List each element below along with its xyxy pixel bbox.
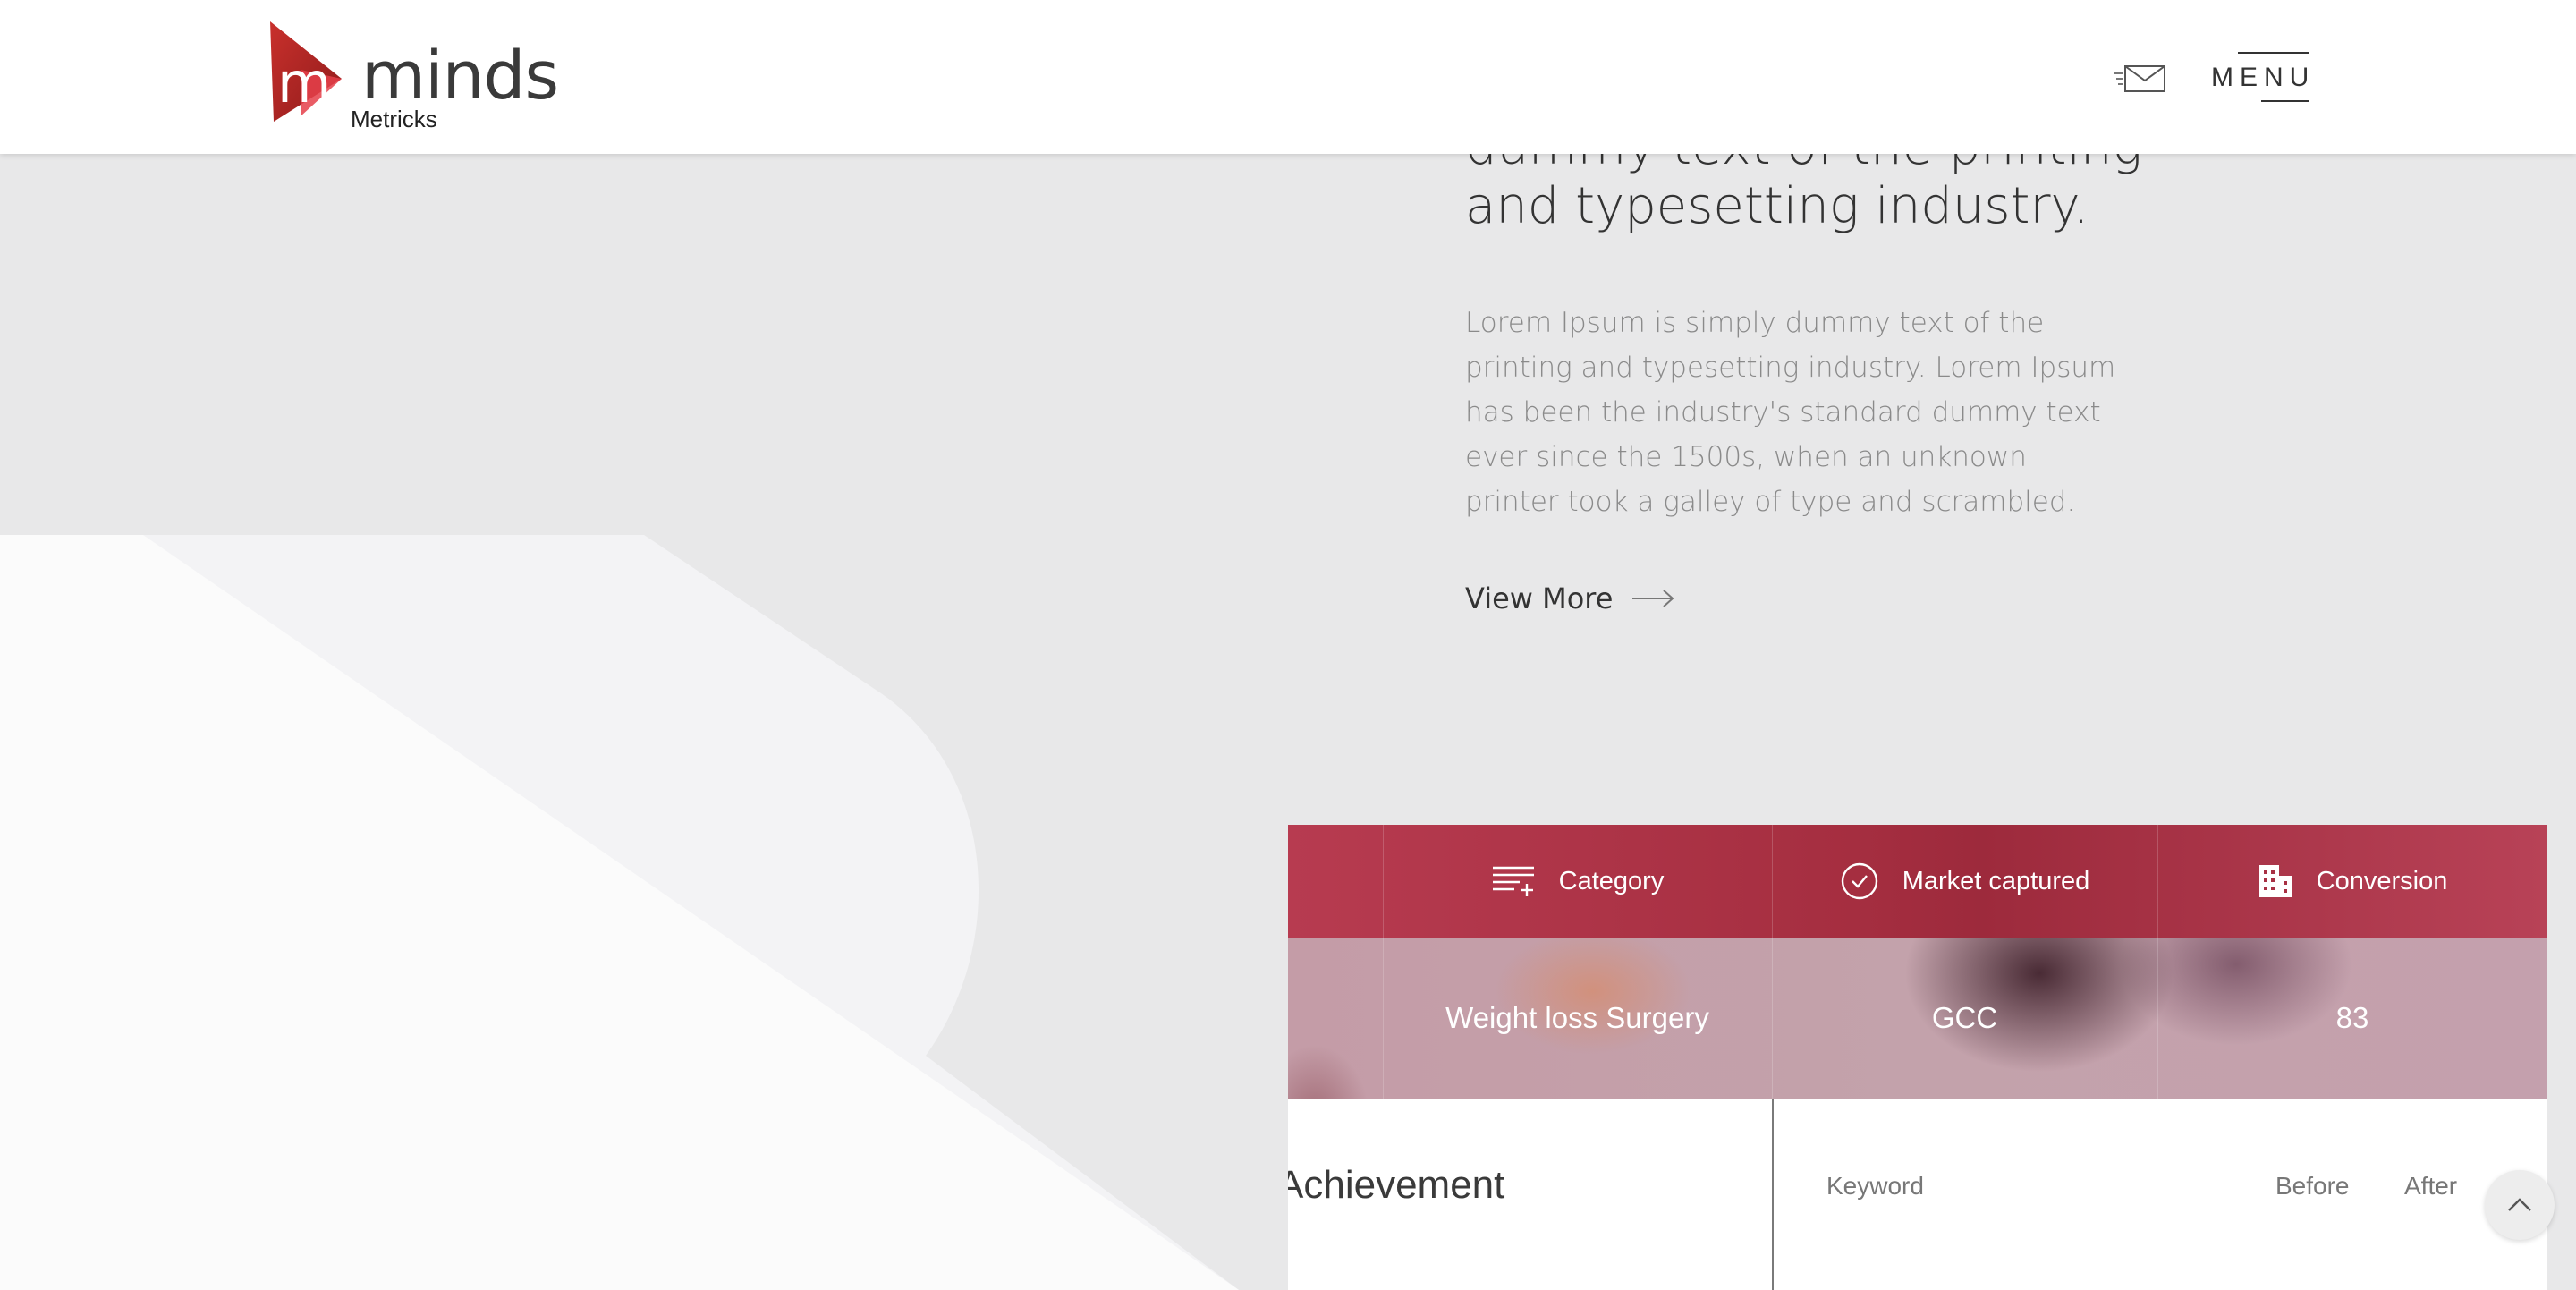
logo-wordmark: minds <box>361 38 559 115</box>
svg-text:m: m <box>277 50 331 115</box>
menu-line-top <box>2238 52 2309 54</box>
cell-market-captured: GCC <box>1931 1001 1998 1034</box>
section-divider <box>1772 1099 1774 1290</box>
cell-conversion: 83 <box>2335 1001 2369 1034</box>
col-before: Before <box>2275 1172 2350 1200</box>
logo[interactable]: m minds Metricks <box>265 20 559 136</box>
logo-subtitle: Metricks <box>351 106 437 132</box>
chevron-up-icon <box>2508 1198 2531 1211</box>
achievement-title: Achievement <box>1288 1163 1505 1207</box>
check-circle-icon <box>1841 862 1877 900</box>
menu-label: MENU <box>2211 63 2316 92</box>
th-market-captured-label: Market captured <box>1902 866 2090 895</box>
menu-button[interactable]: MENU <box>2211 52 2309 102</box>
th-category: Category <box>1383 825 1772 938</box>
th-conversion-label: Conversion <box>2316 866 2448 895</box>
th-conversion: Conversion <box>2157 825 2547 938</box>
view-more-label: View More <box>1465 581 1614 615</box>
col-after: After <box>2404 1172 2458 1200</box>
scroll-to-top-button[interactable] <box>2485 1170 2555 1240</box>
section-paragraph: Lorem Ipsum is simply dummy text of the … <box>1465 307 2116 518</box>
th-market-captured: Market captured <box>1772 825 2157 938</box>
mail-icon[interactable] <box>2113 61 2168 97</box>
heading-line-2: and typesetting industry. <box>1465 177 2089 235</box>
menu-line-bottom <box>2261 100 2309 102</box>
achievement-section: Achievement Keyword Before After <box>1288 1099 2547 1290</box>
th-category-label: Category <box>1558 866 1665 895</box>
site-header: m minds Metricks MENU <box>0 0 2576 154</box>
cell-category: Weight loss Surgery <box>1445 1001 1709 1034</box>
col-keyword: Keyword <box>1826 1172 1924 1200</box>
add-list-icon <box>1492 866 1534 896</box>
arrow-right-icon <box>1632 590 1674 607</box>
view-more-link[interactable]: View More <box>1465 576 1675 621</box>
building-icon <box>2258 865 2292 897</box>
metrics-panel: Category Market captured Conversion Weig… <box>1288 825 2547 1290</box>
